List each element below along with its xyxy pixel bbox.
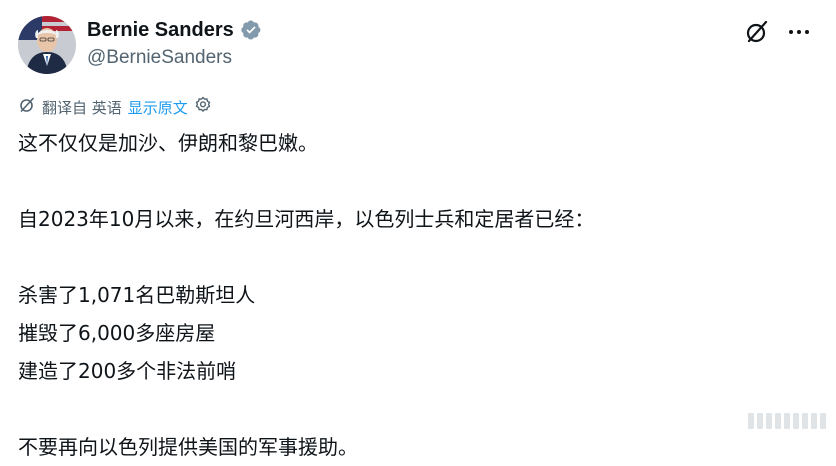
author-handle[interactable]: @BernieSanders <box>87 46 232 70</box>
more-icon[interactable] <box>786 19 812 45</box>
avatar[interactable] <box>18 16 76 74</box>
grok-icon[interactable] <box>744 19 770 45</box>
avatar-image <box>18 16 76 74</box>
tweet-line: 这不仅仅是加沙、伊朗和黎巴嫩。 <box>18 131 318 155</box>
tweet-line: 建造了200多个非法前哨 <box>18 359 237 383</box>
author-display-name[interactable]: Bernie Sanders <box>87 16 234 44</box>
gear-icon[interactable] <box>194 96 212 118</box>
author-name-row: Bernie Sanders <box>87 16 262 44</box>
tweet-actions <box>744 18 812 46</box>
watermark <box>748 413 826 429</box>
tweet-line: 摧毁了6,000多座房屋 <box>18 321 216 345</box>
translation-label: 翻译自 英语 <box>42 98 122 117</box>
translation-bar: 翻译自 英语 显示原文 <box>18 96 212 118</box>
grok-translate-icon <box>18 96 36 118</box>
show-original-link[interactable]: 显示原文 <box>128 97 188 118</box>
tweet-text: 这不仅仅是加沙、伊朗和黎巴嫩。 自2023年10月以来，在约旦河西岸，以色列士兵… <box>18 124 818 466</box>
tweet-line: 杀害了1,071名巴勒斯坦人 <box>18 283 256 307</box>
verified-badge-icon[interactable] <box>240 19 262 41</box>
tweet-line: 不要再向以色列提供美国的军事援助。 <box>18 435 358 459</box>
tweet-card: Bernie Sanders @BernieSanders 翻译自 英语 显示原… <box>0 0 836 459</box>
tweet-line: 自2023年10月以来，在约旦河西岸，以色列士兵和定居者已经： <box>18 207 595 231</box>
